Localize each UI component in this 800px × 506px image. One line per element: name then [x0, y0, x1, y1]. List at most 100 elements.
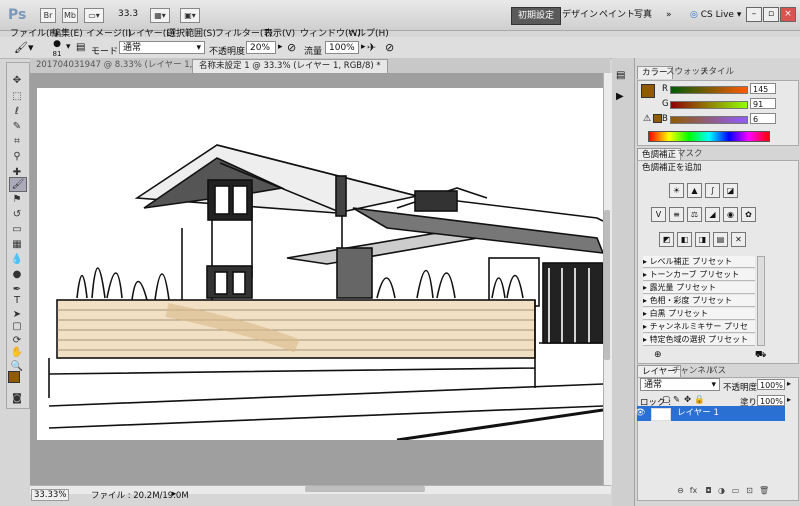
new-group-icon[interactable]: ▭ [731, 486, 740, 495]
opacity-slider-toggle[interactable]: ▸ [278, 42, 283, 52]
layer-row-selected[interactable]: 👁 レイヤー 1 [635, 406, 785, 421]
brush-panel-icon[interactable]: ▤ [76, 42, 85, 53]
hand-tool-icon[interactable]: ✋ [9, 346, 25, 359]
g-slider[interactable] [670, 101, 748, 109]
tab-styles[interactable]: スタイル [696, 66, 738, 78]
g-value-input[interactable]: 91 [750, 98, 776, 109]
delete-layer-icon[interactable]: 🗑 [759, 486, 769, 495]
new-layer-icon[interactable]: ⊡ [745, 486, 754, 495]
airbrush-icon[interactable]: ✈ [367, 41, 376, 54]
vertical-scroll-thumb[interactable] [604, 210, 610, 360]
layer-opacity-input[interactable]: 100% [757, 379, 785, 390]
preset-levels[interactable]: ▸ レベル補正 プリセット [643, 256, 755, 268]
preset-hue-saturation[interactable]: ▸ 色相・彩度 プリセット [643, 295, 755, 307]
type-tool-icon[interactable]: T [9, 294, 25, 307]
restore-button[interactable]: ▫ [763, 7, 779, 22]
mode-select[interactable]: 通常 ▾ [119, 41, 205, 54]
hue-saturation-icon[interactable]: ≡ [669, 207, 684, 222]
visibility-eye-icon[interactable]: 👁 [635, 406, 646, 421]
levels-icon[interactable]: ▲ [687, 183, 702, 198]
workspace-essentials[interactable]: 初期設定 [511, 7, 562, 25]
shape-tool-icon[interactable]: ▢ [9, 320, 25, 333]
preset-channel-mixer[interactable]: ▸ チャンネルミキサー プリセット [643, 321, 755, 342]
blend-mode-select[interactable]: 通常 ▾ [640, 378, 720, 391]
black-white-icon[interactable]: ◢ [705, 207, 720, 222]
workspace-photo[interactable]: 写真 [628, 7, 658, 23]
selective-color-icon[interactable]: ✕ [731, 232, 746, 247]
document-tab-active[interactable]: 名称未設定 1 @ 33.3% (レイヤー 1, RGB/8) * [192, 59, 388, 73]
opacity-input[interactable]: 20% [246, 41, 276, 54]
brush-tool-icon[interactable]: 🖌 [9, 177, 27, 192]
bridge-icon[interactable]: Br [40, 8, 56, 23]
tab-paths[interactable]: パス [705, 365, 730, 377]
r-slider[interactable] [670, 86, 748, 94]
cs-live-button[interactable]: ◎ CS Live ▾ [684, 7, 747, 23]
document-canvas[interactable] [37, 88, 603, 440]
vibrance-icon[interactable]: V [651, 207, 666, 222]
preset-black-white[interactable]: ▸ 白黒 プリセット [643, 308, 755, 320]
brightness-contrast-icon[interactable]: ☀ [669, 183, 684, 198]
link-layers-icon[interactable]: ⊖ [676, 486, 685, 495]
fill-input[interactable]: 100% [757, 395, 785, 406]
brush-preset-picker[interactable]: ● 81 [50, 39, 64, 59]
history-panel-icon[interactable]: ▤ [616, 70, 625, 81]
brush-panel-toggle-icon[interactable]: ▾ [66, 42, 71, 52]
r-value-input[interactable]: 145 [750, 83, 776, 94]
more-workspaces-button[interactable]: » [660, 7, 678, 23]
channel-mixer-icon[interactable]: ✿ [741, 207, 756, 222]
history-brush-tool-icon[interactable]: ↺ [9, 208, 25, 221]
status-zoom[interactable]: 33.33% [31, 489, 70, 501]
pressure-opacity-icon[interactable]: ⊘ [287, 41, 296, 54]
foreground-color-swatch[interactable] [8, 371, 20, 383]
curves-icon[interactable]: ∫ [705, 183, 720, 198]
screen-mode-icon[interactable]: ▣▾ [180, 8, 200, 23]
presets-scrollbar[interactable] [757, 256, 765, 346]
clip-to-layer-icon[interactable]: ⊕ [654, 350, 662, 360]
b-slider[interactable] [670, 116, 748, 124]
gradient-map-icon[interactable]: ▤ [713, 232, 728, 247]
color-panel-fg-swatch[interactable] [641, 84, 655, 98]
actions-panel-icon[interactable]: ▶ [616, 91, 624, 102]
new-adjustment-layer-icon[interactable]: ◑ [717, 486, 726, 495]
preset-selective-color[interactable]: ▸ 特定色域の選択 プリセット [643, 334, 755, 346]
adjustments-options-icon[interactable]: ⛟ [755, 350, 766, 361]
posterize-icon[interactable]: ◧ [677, 232, 692, 247]
invert-icon[interactable]: ◩ [659, 232, 674, 247]
gamut-color-swatch[interactable] [653, 114, 662, 123]
flow-slider-toggle[interactable]: ▸ [361, 42, 366, 52]
crop-tool-icon[interactable]: ⌗ [9, 135, 25, 148]
marquee-tool-icon[interactable]: ⬚ [9, 90, 25, 103]
view-extras-icon[interactable]: ▭▾ [84, 8, 104, 23]
flow-input[interactable]: 100% [325, 41, 359, 54]
fill-slider-toggle[interactable]: ▸ [787, 395, 791, 404]
layer-style-icon[interactable]: fx [689, 486, 698, 495]
tab-masks[interactable]: マスク [673, 148, 707, 160]
brush-tool-preset-icon[interactable]: 🖌▾ [14, 41, 34, 54]
blur-tool-icon[interactable]: 💧 [9, 253, 25, 266]
threshold-icon[interactable]: ◨ [695, 232, 710, 247]
preset-curves[interactable]: ▸ トーンカーブ プリセット [643, 269, 755, 281]
out-of-gamut-warning-icon[interactable]: ⚠ [643, 114, 651, 124]
eraser-tool-icon[interactable]: ▭ [9, 223, 25, 236]
add-mask-icon[interactable]: ◘ [704, 486, 713, 495]
lock-image-icon[interactable]: ✎ [673, 395, 680, 405]
lock-position-icon[interactable]: ✥ [684, 395, 691, 405]
preset-exposure[interactable]: ▸ 露光量 プリセット [643, 282, 755, 294]
exposure-icon[interactable]: ◪ [723, 183, 738, 198]
layer-opacity-slider-toggle[interactable]: ▸ [787, 379, 791, 388]
minibridge-icon[interactable]: Mb [62, 8, 78, 23]
horizontal-scroll-thumb[interactable] [305, 486, 425, 492]
dodge-tool-icon[interactable]: ● [9, 268, 25, 281]
b-value-input[interactable]: 6 [750, 113, 776, 124]
clone-stamp-tool-icon[interactable]: ⚑ [9, 193, 25, 206]
zoom-level[interactable]: 33.3 [118, 9, 138, 19]
gradient-tool-icon[interactable]: ▦ [9, 238, 25, 251]
close-button[interactable]: × [780, 7, 796, 22]
lock-all-icon[interactable]: 🔒 [694, 395, 705, 405]
status-menu-arrow-icon[interactable]: ▸ [172, 489, 176, 499]
pressure-size-icon[interactable]: ⊘ [385, 41, 394, 54]
color-spectrum-ramp[interactable] [648, 131, 770, 142]
color-balance-icon[interactable]: ⚖ [687, 207, 702, 222]
quick-select-tool-icon[interactable]: ✎ [9, 120, 25, 133]
move-tool-icon[interactable]: ✥ [9, 74, 25, 87]
